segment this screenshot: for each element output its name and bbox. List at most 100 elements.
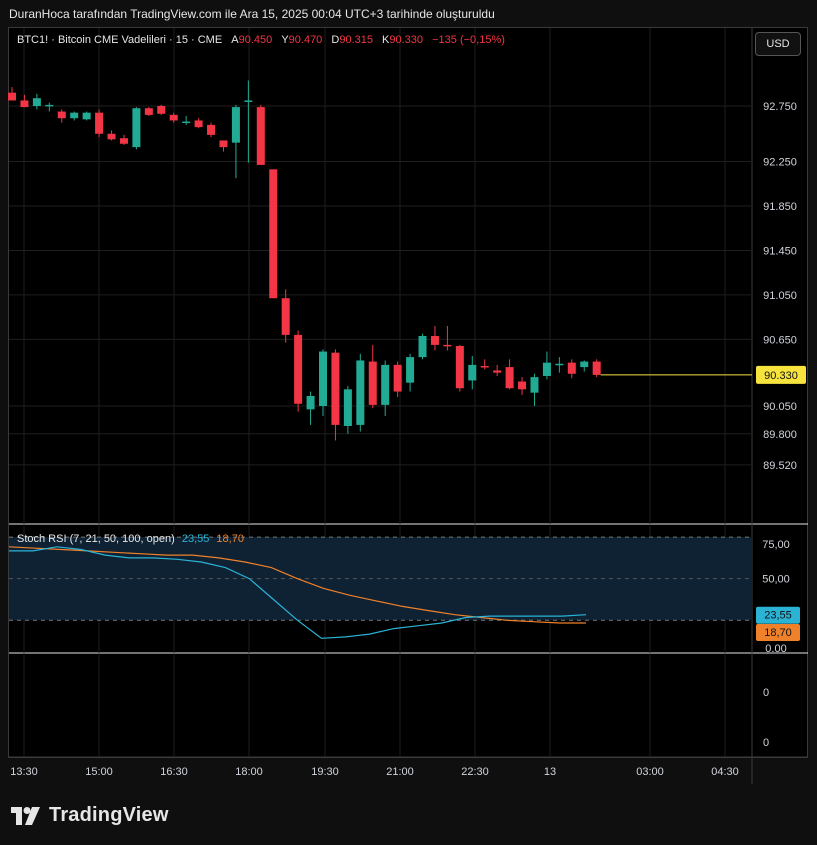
candle[interactable] (244, 80, 253, 163)
candle-body[interactable] (157, 106, 166, 114)
candle[interactable] (132, 107, 141, 150)
candle-body[interactable] (555, 363, 564, 366)
candle-body[interactable] (244, 100, 253, 102)
candle[interactable] (368, 344, 377, 409)
candle[interactable] (281, 289, 290, 343)
candle[interactable] (480, 359, 489, 370)
candle-body[interactable] (219, 140, 228, 148)
candle[interactable] (592, 359, 601, 378)
candle-body[interactable] (20, 100, 29, 108)
candle[interactable] (157, 104, 166, 115)
candle[interactable] (319, 349, 327, 416)
candle-body[interactable] (95, 112, 104, 134)
candle[interactable] (381, 360, 390, 416)
candle[interactable] (306, 391, 315, 425)
candle-body[interactable] (406, 357, 415, 383)
candle-body[interactable] (306, 396, 315, 410)
candle-body[interactable] (542, 362, 551, 376)
candle[interactable] (567, 359, 576, 379)
candle[interactable] (32, 93, 41, 110)
candle[interactable] (269, 169, 278, 299)
candle-body[interactable] (281, 298, 290, 335)
candle-body[interactable] (493, 370, 502, 373)
candle[interactable] (343, 386, 352, 434)
candle-body[interactable] (505, 367, 514, 389)
candle[interactable] (144, 107, 153, 116)
candle[interactable] (207, 122, 216, 138)
candle[interactable] (418, 333, 427, 360)
candle-body[interactable] (455, 346, 464, 389)
candle-body[interactable] (57, 111, 66, 119)
candle-body[interactable] (169, 114, 178, 121)
candle-body[interactable] (82, 112, 91, 120)
stoch-rsi-pane[interactable] (8, 536, 752, 639)
candle-body[interactable] (468, 364, 477, 381)
candle[interactable] (505, 359, 514, 390)
candle-body[interactable] (194, 120, 203, 128)
candle-body[interactable] (182, 121, 191, 124)
candle-body[interactable] (343, 389, 352, 426)
candle[interactable] (107, 130, 116, 141)
candle-body[interactable] (443, 344, 452, 347)
candle[interactable] (518, 377, 527, 395)
last-price-label[interactable]: 90.330 (764, 370, 798, 382)
candle-body[interactable] (580, 361, 589, 368)
candle-body[interactable] (418, 336, 427, 358)
candle-body[interactable] (45, 104, 54, 107)
candle-body[interactable] (518, 381, 527, 390)
candle[interactable] (580, 360, 589, 372)
candle-body[interactable] (294, 334, 303, 404)
candle-body[interactable] (393, 364, 402, 392)
candle[interactable] (20, 94, 29, 108)
candle[interactable] (406, 353, 415, 392)
candle-body[interactable] (331, 352, 340, 425)
candle-body[interactable] (430, 336, 439, 345)
candle-body[interactable] (381, 364, 390, 405)
candle[interactable] (430, 326, 439, 351)
symbol-title[interactable]: BTC1! · Bitcoin CME Vadelileri · 15 · CM… (17, 34, 222, 46)
candle[interactable] (169, 112, 178, 123)
candle-body[interactable] (269, 169, 278, 299)
candle-body[interactable] (132, 108, 141, 148)
candle-body[interactable] (144, 108, 153, 115)
currency-button[interactable]: USD (755, 32, 801, 56)
candle[interactable] (57, 109, 66, 123)
stoch-rsi-legend[interactable]: Stoch RSI (7, 21, 50, 100, open) 23,55 1… (17, 533, 244, 545)
candle-body[interactable] (119, 138, 128, 144)
candle-body[interactable] (356, 360, 365, 425)
candle[interactable] (8, 87, 16, 101)
candle[interactable] (95, 109, 104, 138)
candle[interactable] (530, 373, 539, 406)
candle[interactable] (356, 353, 365, 432)
candle[interactable] (455, 344, 464, 392)
candle[interactable] (194, 118, 203, 129)
candle[interactable] (119, 134, 128, 145)
candle[interactable] (331, 349, 340, 441)
candle[interactable] (443, 326, 452, 351)
candle-body[interactable] (319, 351, 327, 406)
candle-body[interactable] (530, 377, 539, 393)
candle-body[interactable] (368, 361, 377, 405)
candle[interactable] (82, 111, 91, 121)
candle[interactable] (231, 104, 240, 179)
candle-body[interactable] (70, 112, 79, 119)
price-pane[interactable] (8, 80, 752, 441)
candle-body[interactable] (207, 124, 216, 135)
candle[interactable] (493, 364, 502, 376)
candle[interactable] (182, 116, 191, 125)
candle-body[interactable] (8, 92, 16, 101)
candle[interactable] (45, 102, 54, 112)
candle-body[interactable] (231, 107, 240, 143)
candle-body[interactable] (256, 107, 265, 165)
candle[interactable] (70, 111, 79, 121)
candle[interactable] (219, 140, 228, 152)
candle-body[interactable] (480, 366, 489, 368)
candle-body[interactable] (592, 361, 601, 375)
candle-body[interactable] (107, 133, 116, 140)
candle[interactable] (555, 357, 564, 373)
chart-canvas[interactable]: 13:30 15:00 16:30 18:00 19:30 21:00 22:30 13 03:… (0, 0, 817, 845)
candle[interactable] (294, 330, 303, 412)
candle[interactable] (256, 104, 265, 165)
candle-body[interactable] (32, 98, 41, 106)
candle-body[interactable] (567, 362, 576, 374)
